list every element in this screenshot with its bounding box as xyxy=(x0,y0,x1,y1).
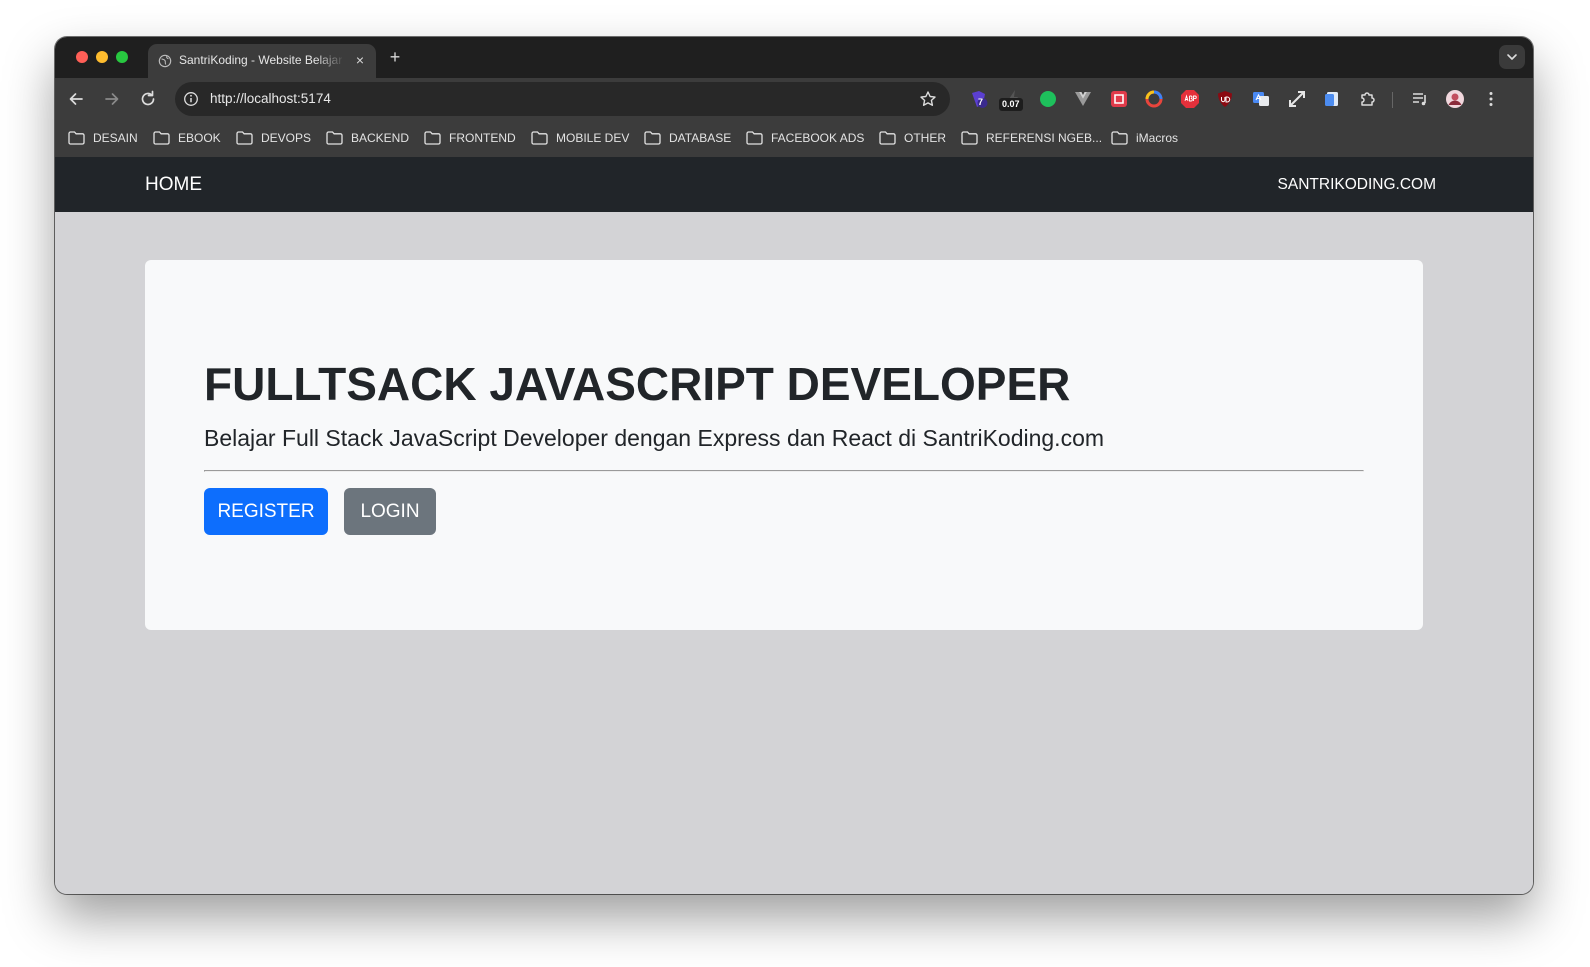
extension-count-badge: 7 xyxy=(978,97,984,107)
tab-strip: SantriKoding - Website Belajar × + xyxy=(55,37,1533,78)
divider xyxy=(204,470,1364,472)
bookmarks-bar: DESAIN EBOOK DEVOPS BACKEND FRONTEND MOB… xyxy=(55,120,1533,157)
folder-icon xyxy=(746,131,763,145)
page-title: FULLTSACK JAVASCRIPT DEVELOPER xyxy=(204,358,1071,410)
new-tab-button[interactable]: + xyxy=(384,46,406,68)
toolbar-separator xyxy=(1392,92,1393,108)
bookmark-label: BACKEND xyxy=(351,131,410,145)
bookmark-folder[interactable]: DATABASE xyxy=(644,129,731,147)
address-bar[interactable]: http://localhost:5174 xyxy=(175,82,950,116)
folder-icon xyxy=(879,131,896,145)
reload-icon[interactable] xyxy=(138,89,158,109)
page-viewport: HOME SANTRIKODING.COM FULLTSACK JAVASCRI… xyxy=(55,157,1533,894)
chevron-down-icon xyxy=(1507,54,1517,60)
browser-menu-icon[interactable] xyxy=(1481,89,1501,109)
page-subtitle: Belajar Full Stack JavaScript Developer … xyxy=(204,425,1105,451)
folder-icon xyxy=(236,131,253,145)
bookmark-folder[interactable]: REFERENSI NGEB... xyxy=(961,129,1102,147)
extensions-puzzle-icon[interactable] xyxy=(1358,89,1378,109)
media-queue-icon[interactable] xyxy=(1410,89,1430,109)
folder-icon xyxy=(1111,131,1128,145)
folder-icon xyxy=(424,131,441,145)
bookmark-label: OTHER xyxy=(904,131,946,145)
site-info-icon[interactable] xyxy=(183,91,199,107)
folder-icon xyxy=(68,131,85,145)
extension-document-icon[interactable] xyxy=(1322,89,1342,109)
url-text[interactable]: http://localhost:5174 xyxy=(210,91,331,106)
home-link[interactable]: HOME xyxy=(145,174,202,196)
bookmark-folder[interactable]: DESAIN xyxy=(68,129,138,147)
maximize-window-button[interactable] xyxy=(116,51,128,63)
tab-title: SantriKoding - Website Belajar xyxy=(179,53,343,67)
bookmark-label: EBOOK xyxy=(178,131,221,145)
bookmark-folder[interactable]: DEVOPS xyxy=(236,129,311,147)
bookmark-label: FRONTEND xyxy=(449,131,516,145)
bookmark-folder[interactable]: FACEBOOK ADS xyxy=(746,129,864,147)
back-arrow-icon[interactable] xyxy=(66,89,86,109)
minimize-window-button[interactable] xyxy=(96,51,108,63)
folder-icon xyxy=(153,131,170,145)
folder-icon xyxy=(531,131,548,145)
extension-color-ring-icon[interactable] xyxy=(1144,89,1164,109)
bookmark-folder[interactable]: EBOOK xyxy=(153,129,221,147)
folder-icon xyxy=(961,131,978,145)
extension-green-dot-icon[interactable] xyxy=(1038,89,1058,109)
extension-ublock-icon[interactable] xyxy=(1215,89,1235,109)
tab-close-icon[interactable]: × xyxy=(352,52,368,68)
bookmark-label: FACEBOOK ADS xyxy=(771,131,865,145)
bookmark-folder[interactable]: MOBILE DEV xyxy=(531,129,629,147)
profile-avatar-icon[interactable] xyxy=(1445,89,1465,109)
bookmark-folder[interactable]: BACKEND xyxy=(326,129,409,147)
globe-icon xyxy=(158,54,172,68)
active-tab[interactable]: SantriKoding - Website Belajar × xyxy=(148,44,376,78)
extension-vue-icon[interactable] xyxy=(1073,89,1093,109)
extension-adblock-icon[interactable] xyxy=(1180,89,1200,109)
hero-card: FULLTSACK JAVASCRIPT DEVELOPER Belajar F… xyxy=(145,260,1423,630)
extension-translate-icon[interactable] xyxy=(1251,89,1271,109)
tab-search-button[interactable] xyxy=(1499,45,1525,69)
close-window-button[interactable] xyxy=(76,51,88,63)
bookmark-folder[interactable]: OTHER xyxy=(879,129,946,147)
forward-arrow-icon[interactable] xyxy=(102,89,122,109)
browser-window: SantriKoding - Website Belajar × + http:… xyxy=(55,37,1533,894)
login-button[interactable]: LOGIN xyxy=(344,488,436,535)
bookmark-star-icon[interactable] xyxy=(919,90,937,108)
bookmark-label: REFERENSI NGEB... xyxy=(986,131,1103,145)
extension-expand-icon[interactable] xyxy=(1287,89,1307,109)
extension-red-puzzle-icon[interactable] xyxy=(1109,89,1129,109)
bookmark-label: MOBILE DEV xyxy=(556,131,630,145)
register-button[interactable]: REGISTER xyxy=(204,488,328,535)
bookmark-label: iMacros xyxy=(1136,131,1179,145)
browser-toolbar: http://localhost:5174 7 0.07 xyxy=(55,78,1533,120)
folder-icon xyxy=(644,131,661,145)
bookmark-folder[interactable]: FRONTEND xyxy=(424,129,516,147)
bookmark-folder[interactable]: iMacros xyxy=(1111,129,1178,147)
bookmark-label: DATABASE xyxy=(669,131,732,145)
site-navbar: HOME SANTRIKODING.COM xyxy=(55,157,1533,212)
bookmark-label: DESAIN xyxy=(93,131,138,145)
extension-value-badge: 0.07 xyxy=(999,98,1023,111)
folder-icon xyxy=(326,131,343,145)
bookmark-label: DEVOPS xyxy=(261,131,312,145)
santrikoding-link[interactable]: SANTRIKODING.COM xyxy=(1278,176,1436,194)
